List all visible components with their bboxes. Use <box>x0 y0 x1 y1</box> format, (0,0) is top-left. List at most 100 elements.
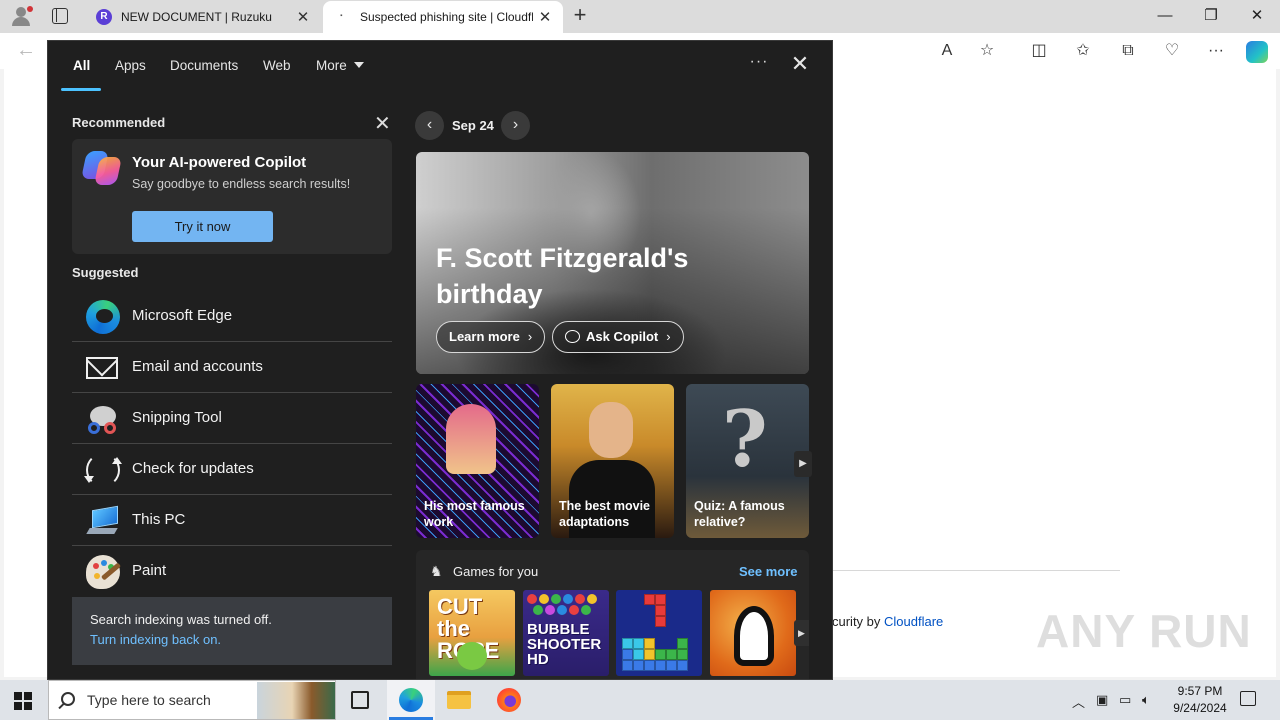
windows-start-icon[interactable] <box>14 692 32 710</box>
copilot-icon[interactable] <box>1246 41 1268 63</box>
settings-more-icon[interactable]: ··· <box>1205 40 1227 62</box>
edge-icon <box>86 300 120 334</box>
suggested-app-microsoft-edge[interactable]: Microsoft Edge <box>72 292 392 342</box>
game-tile-cut-the-rope[interactable]: CUT the ROPE <box>429 590 515 676</box>
suggested-app-paint[interactable]: Paint <box>72 547 392 597</box>
tab-close-icon[interactable]: ✕ <box>533 8 557 26</box>
browser-tab-ruzuku[interactable]: R NEW DOCUMENT | Ruzuku ✕ <box>84 1 321 33</box>
cards-next-arrow-icon[interactable]: ▶ <box>794 451 812 477</box>
previous-day-button[interactable]: ‹ <box>415 111 444 140</box>
recommendation-title: Your AI-powered Copilot <box>132 154 307 171</box>
refresh-icon <box>84 453 122 487</box>
show-hidden-icons-chevron-icon[interactable]: ︿ <box>1072 692 1085 711</box>
copilot-recommendation-card: Your AI-powered Copilot Say goodbye to e… <box>72 139 392 254</box>
next-day-button[interactable]: › <box>501 111 530 140</box>
app-label: Snipping Tool <box>132 409 222 426</box>
games-next-arrow-icon[interactable]: ▶ <box>794 620 809 646</box>
close-icon[interactable]: ✕ <box>788 53 812 77</box>
game-tile-block-puzzle[interactable] <box>616 590 702 676</box>
profile-avatar-icon[interactable] <box>8 4 34 28</box>
tab-close-icon[interactable]: ✕ <box>291 8 315 26</box>
device-icon[interactable]: ▣ <box>1096 692 1108 708</box>
taskbar-file-explorer[interactable] <box>435 680 483 720</box>
try-it-now-button[interactable]: Try it now <box>132 211 273 242</box>
game-tile-stickman-fight[interactable] <box>710 590 796 676</box>
chess-knight-icon: ♞ <box>430 563 443 579</box>
search-highlight-hero[interactable]: F. Scott Fitzgerald's birthday Learn mor… <box>416 152 809 374</box>
app-label: Microsoft Edge <box>132 307 233 324</box>
app-label: This PC <box>132 511 186 528</box>
games-heading: Games for you <box>453 564 539 579</box>
chevron-down-icon <box>353 62 364 68</box>
edge-icon <box>399 688 423 712</box>
window-close-icon[interactable]: ✕ <box>1234 0 1280 33</box>
tab-all[interactable]: All <box>73 58 90 73</box>
om-nom-image <box>457 642 487 670</box>
copilot-logo-icon <box>81 151 122 185</box>
actor-face-image <box>589 402 633 458</box>
search-highlight-thumbnail <box>257 682 335 719</box>
tab-title: NEW DOCUMENT | Ruzuku <box>121 10 272 24</box>
games-section: ♞ Games for you See more CUT the ROPE BU… <box>416 550 809 679</box>
favorite-star-icon[interactable]: ☆ <box>976 40 998 62</box>
tab-title: Suspected phishing site | Cloudfl <box>360 10 533 24</box>
taskbar-edge[interactable] <box>387 680 435 720</box>
app-label: Paint <box>132 562 167 579</box>
taskbar-search-box[interactable]: Type here to search <box>48 680 336 720</box>
tab-documents[interactable]: Documents <box>170 58 238 73</box>
hero-title: F. Scott Fitzgerald's birthday <box>436 243 689 309</box>
recommendation-subtitle: Say goodbye to endless search results! <box>132 177 351 191</box>
card-label: His most famous work <box>424 499 525 529</box>
search-flyout: All Apps Documents Web More ··· ✕ Recomm… <box>47 40 833 680</box>
dismiss-recommended-icon[interactable]: ✕ <box>374 111 391 136</box>
learn-more-button[interactable]: Learn more › <box>436 321 546 353</box>
game-tile-text: BUBBLE SHOOTER HD <box>527 621 602 668</box>
cloudflare-link[interactable]: Cloudflare <box>884 614 943 629</box>
suggested-app-snipping-tool[interactable]: Snipping Tool <box>72 394 392 444</box>
card-label: The best movie adaptations <box>559 499 650 529</box>
restore-icon[interactable]: ❐ <box>1188 0 1234 33</box>
indexing-message: Search indexing was turned off. <box>90 612 272 627</box>
browser-tab-phishing[interactable]: ⠂ Suspected phishing site | Cloudfl ✕ <box>323 1 563 33</box>
tab-actions-icon[interactable] <box>52 8 68 24</box>
suggested-app-email-accounts[interactable]: Email and accounts <box>72 343 392 393</box>
ask-copilot-button[interactable]: Ask Copilot › <box>552 321 684 353</box>
favorites-icon[interactable]: ✩ <box>1072 40 1094 62</box>
tab-more[interactable]: More <box>316 58 364 73</box>
active-tab-indicator <box>61 88 101 91</box>
suggested-heading: Suggested <box>72 265 139 280</box>
minimize-icon[interactable]: — <box>1142 0 1188 33</box>
chevron-right-icon: › <box>527 329 533 344</box>
see-more-link[interactable]: See more <box>739 564 798 579</box>
stickman-image <box>734 606 774 666</box>
turn-indexing-on-link[interactable]: Turn indexing back on. <box>90 632 221 647</box>
windows-taskbar: Type here to search ︿ ▣ ▭ 🔈︎ 9:57 PM 9/2… <box>0 680 1280 720</box>
tab-more-label: More <box>316 58 347 73</box>
ellipsis-icon[interactable]: ··· <box>748 53 770 75</box>
volume-icon[interactable]: 🔈︎ <box>1142 692 1150 708</box>
chevron-right-icon: › <box>666 329 671 344</box>
game-tile-bubble-shooter[interactable]: BUBBLE SHOOTER HD <box>523 590 609 676</box>
page-divider <box>832 570 1120 571</box>
network-icon[interactable]: ▭ <box>1119 692 1131 708</box>
read-aloud-icon[interactable]: A <box>936 40 958 62</box>
suggested-app-this-pc[interactable]: This PC <box>72 496 392 546</box>
tab-web[interactable]: Web <box>263 58 291 73</box>
split-screen-icon[interactable]: ◫ <box>1028 40 1050 62</box>
highlight-card-movie-adaptations[interactable]: The best movie adaptations <box>551 384 674 538</box>
back-arrow-icon[interactable]: ← <box>16 39 36 62</box>
tab-apps[interactable]: Apps <box>115 58 146 73</box>
browser-essentials-icon[interactable]: ♡ <box>1161 40 1183 62</box>
task-view-button[interactable] <box>336 680 384 720</box>
new-tab-icon[interactable]: + <box>568 4 592 28</box>
taskbar-firefox[interactable] <box>485 680 533 720</box>
search-scope-tabs: All Apps Documents Web More ··· ✕ <box>48 41 832 93</box>
system-clock[interactable]: 9:57 PM 9/24/2024 <box>1162 683 1238 717</box>
clock-time: 9:57 PM <box>1177 684 1223 698</box>
search-placeholder: Type here to search <box>87 692 211 708</box>
collections-icon[interactable]: ⧉ <box>1117 40 1139 62</box>
highlight-card-famous-work[interactable]: His most famous work <box>416 384 539 538</box>
suggested-app-check-updates[interactable]: Check for updates <box>72 445 392 495</box>
notification-icon[interactable] <box>1240 691 1256 706</box>
highlight-card-quiz[interactable]: ? Quiz: A famous relative? <box>686 384 809 538</box>
